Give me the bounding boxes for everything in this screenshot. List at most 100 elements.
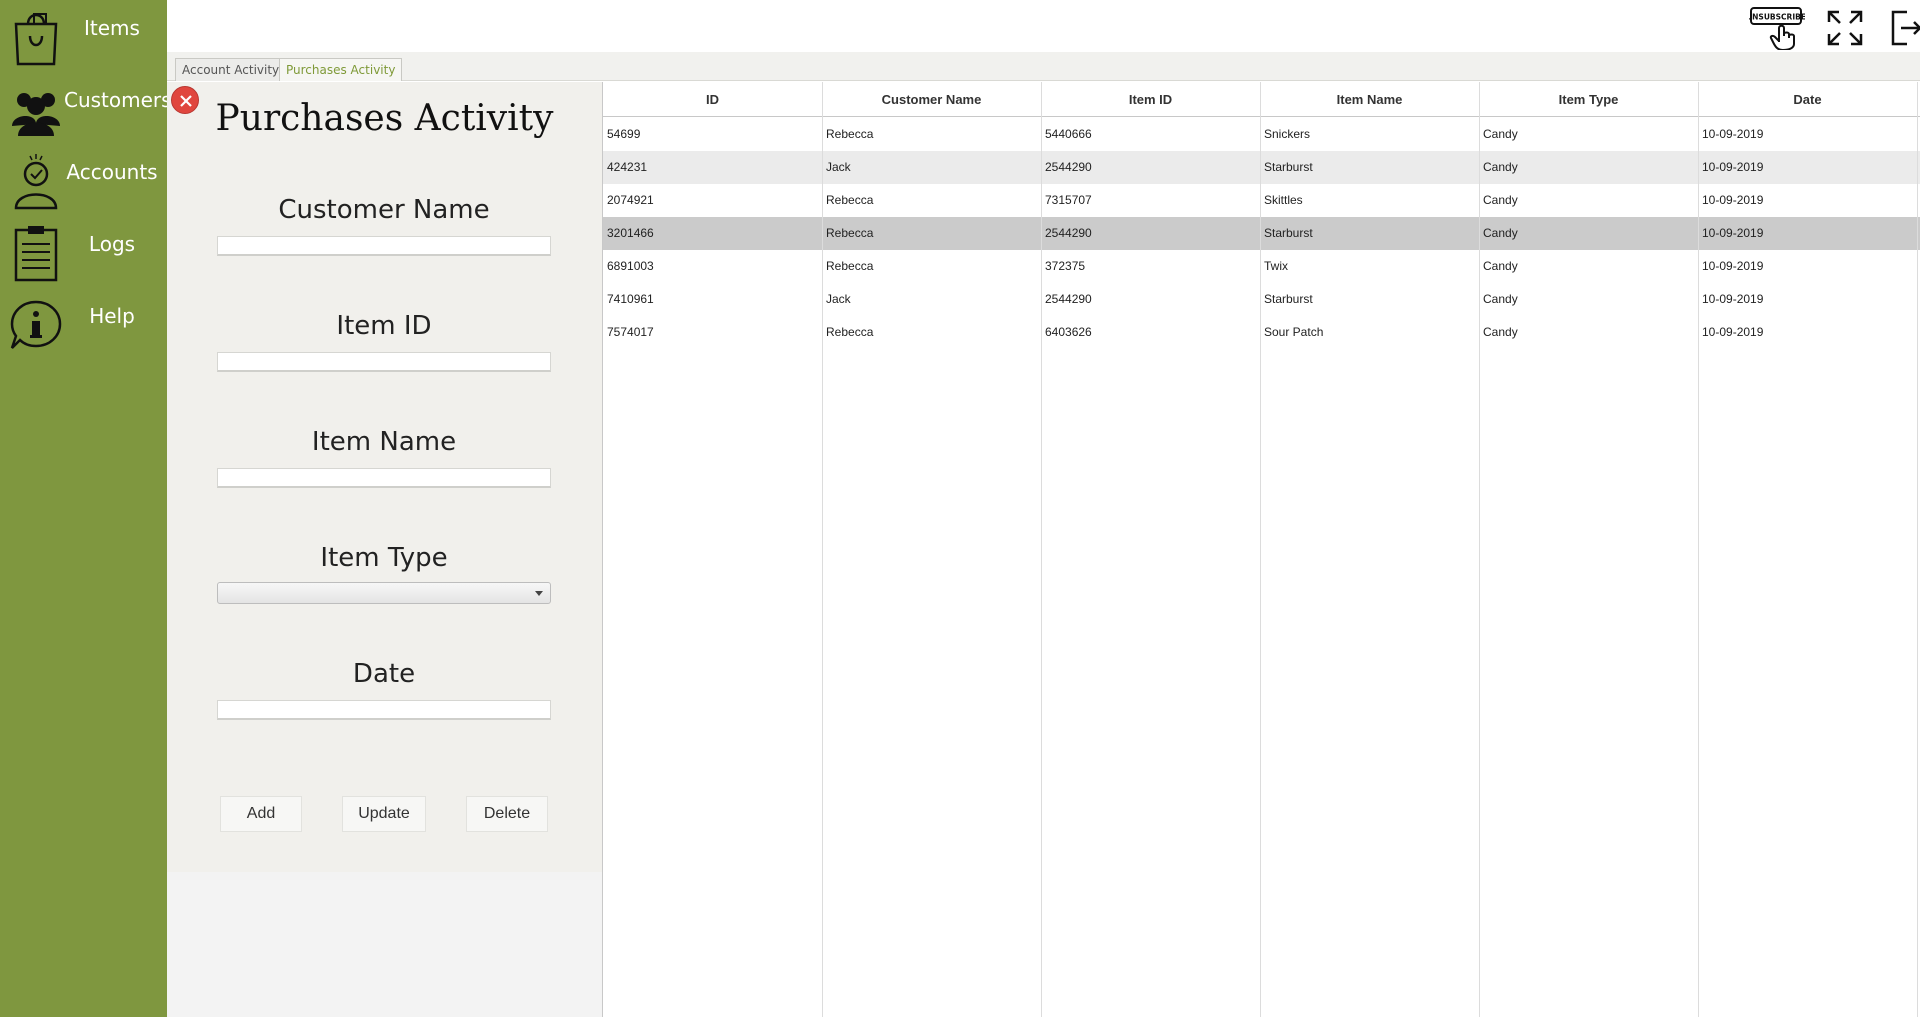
column-header-item-name[interactable]: Item Name	[1260, 82, 1479, 117]
table-header: ID Customer Name Item ID Item Name Item …	[603, 82, 1920, 117]
cell-date: 10-09-2019	[1702, 292, 1764, 306]
column-header-item-type[interactable]: Item Type	[1479, 82, 1698, 117]
logout-icon[interactable]	[1889, 6, 1920, 50]
cell-date: 10-09-2019	[1702, 226, 1764, 240]
cell-item-name: Sour Patch	[1264, 325, 1324, 339]
cell-item-type: Candy	[1483, 292, 1518, 306]
cell-customer-name: Rebecca	[826, 193, 874, 207]
cell-item-type: Candy	[1483, 193, 1518, 207]
column-header-item-id[interactable]: Item ID	[1041, 82, 1260, 117]
sidebar: Items Customers Accounts Logs Help	[0, 0, 172, 1017]
sidebar-item-customers[interactable]: Customers	[0, 72, 172, 144]
table-row[interactable]: 7410961 Jack 2544290 Starburst Candy 10-…	[603, 283, 1920, 316]
column-divider	[1698, 82, 1699, 1017]
cell-id: 424231	[607, 160, 648, 174]
cell-customer-name: Rebecca	[826, 127, 874, 141]
column-divider	[1041, 82, 1042, 1017]
page-title: Purchases Activity	[215, 98, 554, 139]
tab-account-activity[interactable]: Account Activity	[175, 58, 287, 81]
customer-name-input[interactable]	[217, 236, 551, 256]
info-bubble-icon	[10, 300, 62, 349]
item-type-select[interactable]	[217, 582, 551, 604]
tab-strip: Account Activity Purchases Activity	[167, 52, 1920, 81]
sidebar-item-items[interactable]: Items	[0, 0, 167, 72]
cell-item-type: Candy	[1483, 226, 1518, 240]
update-button[interactable]: Update	[342, 796, 426, 832]
date-input[interactable]	[217, 700, 551, 720]
cell-id: 7574017	[607, 325, 654, 339]
column-header-id[interactable]: ID	[603, 82, 822, 117]
chevron-down-icon	[535, 591, 543, 596]
clipboard-icon	[14, 226, 58, 282]
column-divider	[1260, 82, 1261, 1017]
add-button[interactable]: Add	[220, 796, 302, 832]
table-row[interactable]: 7574017 Rebecca 6403626 Sour Patch Candy…	[603, 316, 1920, 349]
table-row-selected[interactable]: 3201466 Rebecca 2544290 Starburst Candy …	[603, 217, 1920, 250]
sidebar-item-label: Help	[89, 304, 135, 328]
sidebar-item-logs[interactable]: Logs	[0, 216, 167, 288]
sidebar-item-label: Customers	[64, 88, 172, 112]
cell-date: 10-09-2019	[1702, 193, 1764, 207]
cell-item-id: 5440666	[1045, 127, 1092, 141]
cell-id: 54699	[607, 127, 641, 141]
cell-customer-name: Rebecca	[826, 259, 874, 273]
cell-id: 3201466	[607, 226, 654, 240]
shopping-bag-icon	[14, 13, 58, 66]
table-row[interactable]: 54699 Rebecca 5440666 Snickers Candy 10-…	[603, 118, 1920, 151]
unsubscribe-text: UNSUBSCRIBE	[1749, 13, 1805, 22]
cell-customer-name: Rebecca	[826, 325, 874, 339]
column-divider	[1479, 82, 1480, 1017]
column-header-date[interactable]: Date	[1698, 82, 1917, 117]
table-row[interactable]: 2074921 Rebecca 7315707 Skittles Candy 1…	[603, 184, 1920, 217]
cell-id: 6891003	[607, 259, 654, 273]
sidebar-item-label: Items	[84, 16, 140, 40]
cell-item-id: 6403626	[1045, 325, 1092, 339]
people-icon	[12, 93, 60, 136]
cell-item-name: Starburst	[1264, 160, 1313, 174]
cell-customer-name: Rebecca	[826, 226, 874, 240]
top-bar: UNSUBSCRIBE	[167, 0, 1920, 52]
sidebar-item-label: Accounts	[66, 160, 158, 184]
sidebar-item-help[interactable]: Help	[0, 288, 167, 360]
item-name-input[interactable]	[217, 468, 551, 488]
cell-item-name: Starburst	[1264, 292, 1313, 306]
cell-item-name: Starburst	[1264, 226, 1313, 240]
panel-lower-area	[167, 872, 602, 1017]
cell-item-type: Candy	[1483, 325, 1518, 339]
cell-date: 10-09-2019	[1702, 127, 1764, 141]
table-row[interactable]: 6891003 Rebecca 372375 Twix Candy 10-09-…	[603, 250, 1920, 283]
cell-customer-name: Jack	[826, 292, 851, 306]
user-account-icon	[14, 154, 58, 210]
column-header-customer-name[interactable]: Customer Name	[822, 82, 1041, 117]
cell-id: 7410961	[607, 292, 654, 306]
cell-date: 10-09-2019	[1702, 259, 1764, 273]
cell-item-id: 7315707	[1045, 193, 1092, 207]
cell-date: 10-09-2019	[1702, 325, 1764, 339]
cell-item-name: Skittles	[1264, 193, 1303, 207]
date-label: Date	[352, 659, 416, 689]
cell-item-type: Candy	[1483, 160, 1518, 174]
cell-item-name: Snickers	[1264, 127, 1311, 141]
cell-item-id: 2544290	[1045, 292, 1092, 306]
item-type-label: Item Type	[320, 543, 448, 573]
sidebar-item-accounts[interactable]: Accounts	[0, 144, 167, 216]
column-divider	[1917, 82, 1918, 1017]
tab-purchases-activity[interactable]: Purchases Activity	[279, 58, 403, 81]
unsubscribe-icon[interactable]: UNSUBSCRIBE	[1749, 6, 1805, 50]
cell-item-type: Candy	[1483, 127, 1518, 141]
column-divider	[822, 82, 823, 1017]
item-name-label: Item Name	[311, 427, 457, 457]
cell-item-type: Candy	[1483, 259, 1518, 273]
item-id-label: Item ID	[336, 311, 432, 341]
item-id-input[interactable]	[217, 352, 551, 372]
cell-id: 2074921	[607, 193, 654, 207]
cell-item-id: 2544290	[1045, 226, 1092, 240]
purchases-table[interactable]: ID Customer Name Item ID Item Name Item …	[602, 82, 1920, 1017]
cell-item-id: 2544290	[1045, 160, 1092, 174]
sidebar-item-label: Logs	[88, 232, 136, 256]
table-row[interactable]: 424231 Jack 2544290 Starburst Candy 10-0…	[603, 151, 1920, 184]
delete-button[interactable]: Delete	[466, 796, 548, 832]
fullscreen-icon[interactable]	[1825, 6, 1865, 50]
cell-customer-name: Jack	[826, 160, 851, 174]
customer-name-label: Customer Name	[278, 195, 490, 225]
